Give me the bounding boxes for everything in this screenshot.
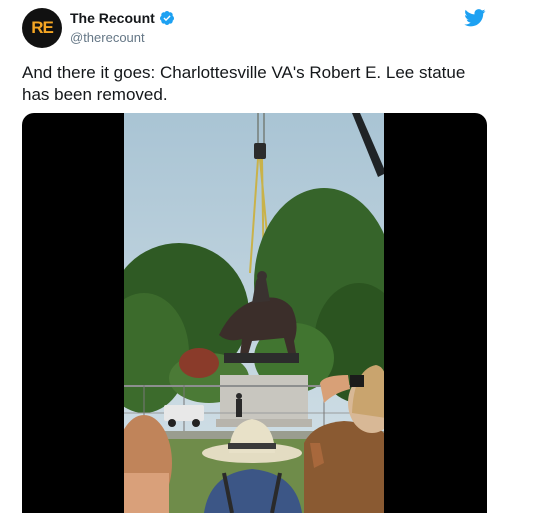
author-handle[interactable]: @therecount	[70, 30, 145, 45]
tweet-text: And there it goes: Charlottesville VA's …	[22, 63, 466, 104]
video-frame[interactable]	[124, 113, 384, 513]
verified-badge-icon	[159, 11, 174, 25]
tweet-media[interactable]	[22, 113, 487, 513]
author-name[interactable]: The Recount	[70, 10, 155, 26]
twitter-bird-icon[interactable]	[464, 9, 486, 27]
tweet-card: RE The Recount @therecount And there it …	[0, 0, 501, 513]
avatar-logo-text: RE	[31, 18, 54, 37]
author-name-row[interactable]: The Recount	[70, 10, 175, 26]
avatar[interactable]: RE	[22, 8, 62, 48]
video-scene	[124, 113, 384, 513]
page-margin	[500, 0, 548, 513]
